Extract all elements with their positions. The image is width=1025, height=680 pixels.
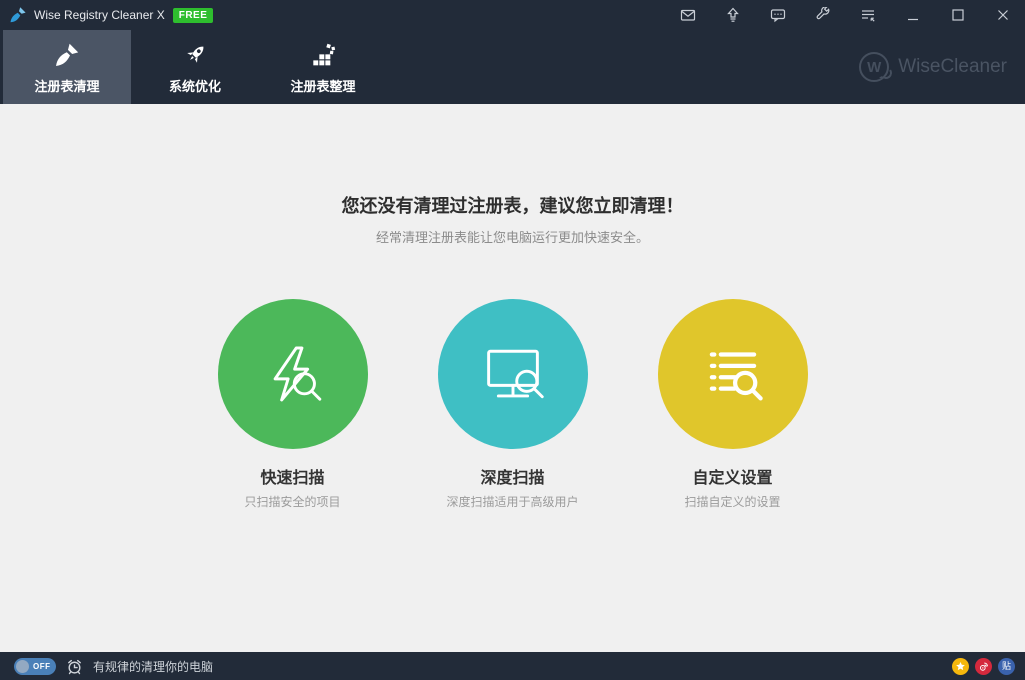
toggle-knob [16, 660, 29, 673]
quick-scan-button[interactable]: 快速扫描 只扫描安全的项目 [218, 299, 368, 510]
tieba-icon[interactable]: 贴 [998, 658, 1015, 675]
app-logo-icon [8, 5, 28, 25]
action-subtitle: 扫描自定义的设置 [658, 493, 808, 510]
toggle-state-label: OFF [33, 662, 51, 671]
tab-label: 注册表整理 [290, 76, 355, 95]
wisecleaner-logo-text: WiseCleaner [898, 56, 1007, 78]
action-title: 快速扫描 [218, 464, 368, 488]
wrench-icon[interactable] [800, 0, 845, 30]
menu-icon[interactable] [845, 0, 890, 30]
rocket-icon [181, 39, 209, 69]
action-subtitle: 只扫描安全的项目 [218, 493, 368, 510]
status-bar: OFF 有规律的清理你的电脑 [0, 652, 1025, 680]
tab-label: 注册表清理 [34, 76, 99, 95]
tab-bar: 注册表清理 系统优化 [0, 30, 1025, 104]
monitor-scan-icon[interactable] [438, 299, 588, 449]
page-title: 您还没有清理过注册表，建议您立即清理！ [0, 104, 1025, 218]
tab-label: 系统优化 [169, 76, 221, 95]
qzone-icon[interactable] [952, 658, 969, 675]
tieba-glyph: 贴 [1002, 662, 1011, 671]
list-scan-icon[interactable] [658, 299, 808, 449]
share-buttons: 贴 [952, 658, 1015, 675]
free-badge: FREE [173, 8, 214, 23]
titlebar: Wise Registry Cleaner X FREE [0, 0, 1025, 30]
mail-icon[interactable] [665, 0, 710, 30]
action-title: 自定义设置 [658, 464, 808, 488]
alarm-clock-icon [66, 658, 83, 675]
lightning-scan-icon[interactable] [218, 299, 368, 449]
scan-actions: 快速扫描 只扫描安全的项目 深度扫描 深度扫描适用于高级用户 [0, 299, 1025, 510]
app-window: Wise Registry Cleaner X FREE [0, 0, 1025, 680]
brush-icon [53, 39, 81, 69]
schedule-toggle[interactable]: OFF [14, 658, 56, 675]
wisecleaner-brand: W WiseCleaner [859, 30, 1007, 104]
defrag-icon [309, 39, 337, 69]
feedback-icon[interactable] [755, 0, 800, 30]
action-title: 深度扫描 [438, 464, 588, 488]
wisecleaner-logo-icon: W [859, 52, 889, 82]
deep-scan-button[interactable]: 深度扫描 深度扫描适用于高级用户 [438, 299, 588, 510]
tab-registry-defrag[interactable]: 注册表整理 [259, 30, 387, 104]
window-title: Wise Registry Cleaner X [34, 8, 165, 22]
close-icon[interactable] [980, 0, 1025, 30]
minimize-icon[interactable] [890, 0, 935, 30]
tab-registry-cleaner[interactable]: 注册表清理 [3, 30, 131, 104]
weibo-icon[interactable] [975, 658, 992, 675]
custom-settings-button[interactable]: 自定义设置 扫描自定义的设置 [658, 299, 808, 510]
maximize-icon[interactable] [935, 0, 980, 30]
action-subtitle: 深度扫描适用于高级用户 [438, 493, 588, 510]
main-content: 您还没有清理过注册表，建议您立即清理！ 经常清理注册表能让您电脑运行更加快速安全… [0, 104, 1025, 652]
tab-system-tuneup[interactable]: 系统优化 [131, 30, 259, 104]
upgrade-icon[interactable] [710, 0, 755, 30]
schedule-text: 有规律的清理你的电脑 [93, 658, 213, 675]
page-subtitle: 经常清理注册表能让您电脑运行更加快速安全。 [0, 227, 1025, 246]
